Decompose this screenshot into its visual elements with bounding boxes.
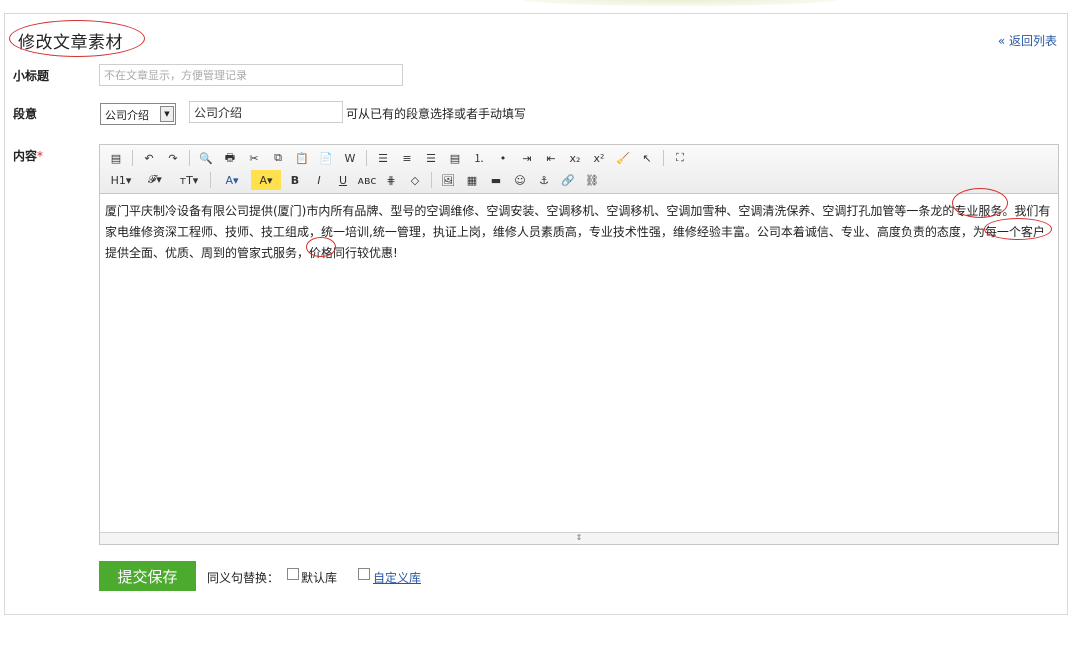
toolbar-separator [132, 150, 133, 166]
heading-icon[interactable]: H1▾ [106, 170, 136, 190]
paste-word-icon[interactable]: W [340, 148, 360, 168]
paragraph-hint: 可从已有的段意选择或者手动填写 [346, 107, 527, 121]
horizontal-rule-icon[interactable]: ⋕ [381, 170, 401, 190]
source-icon[interactable]: ▤ [106, 148, 126, 168]
preview-icon[interactable]: 🔍 [196, 148, 216, 168]
fullscreen-icon[interactable]: ⛶ [670, 148, 690, 168]
paragraph-label: 段意 [13, 107, 38, 121]
insert-media-icon[interactable]: ▬ [486, 170, 506, 190]
font-family-icon[interactable]: 𝓕▾ [140, 170, 170, 190]
unordered-list-icon[interactable]: • [493, 148, 513, 168]
print-icon[interactable]: 🖶 [220, 148, 240, 168]
toolbar-row-1: ▤ ↶ ↷ 🔍 🖶 ✂ ⧉ 📋 📄 W ☰ ≡ ☰ ▤ ⒈ • ⇥ ⇤ x₂ x² 🧹 ↖ ⛶ [106, 147, 694, 169]
clear-format-icon[interactable]: 🧹 [613, 148, 633, 168]
table-icon[interactable]: ▦ [462, 170, 482, 190]
default-lib-checkbox[interactable] [287, 568, 299, 580]
italic-icon[interactable]: I [309, 170, 329, 190]
default-lib-label: 默认库 [301, 571, 338, 585]
custom-lib-checkbox[interactable] [358, 568, 370, 580]
toolbar-separator [366, 150, 367, 166]
indent-icon[interactable]: ⇥ [517, 148, 537, 168]
editor-toolbar: ▤ ↶ ↷ 🔍 🖶 ✂ ⧉ 📋 📄 W ☰ ≡ ☰ ▤ ⒈ • ⇥ ⇤ x₂ x² 🧹 ↖ ⛶ H1▾ 𝓕▾ тT▾ A▾ A▾ B I… [100, 145, 1058, 194]
highlight-color-icon[interactable]: A▾ [251, 170, 281, 190]
redo-icon[interactable]: ↷ [163, 148, 183, 168]
underline-icon[interactable]: U [333, 170, 353, 190]
annotation-circle-customer [984, 218, 1052, 240]
toolbar-separator [663, 150, 664, 166]
align-center-icon[interactable]: ≡ [397, 148, 417, 168]
content-label-text: 内容 [13, 149, 38, 163]
custom-lib-link[interactable]: 自定义库 [373, 569, 421, 586]
chevron-down-icon: ▼ [160, 106, 174, 122]
paste-text-icon[interactable]: 📄 [316, 148, 336, 168]
paragraph-select-value: 公司介绍 [105, 109, 149, 122]
paragraph-input[interactable] [189, 101, 343, 123]
toolbar-separator [210, 172, 211, 188]
toolbar-row-2: H1▾ 𝓕▾ тT▾ A▾ A▾ B I Uᴀʙᴄ ⋕ ◇ 🖼 ▦ ▬ ☺ ⚓ 🔗 ⛓ [106, 169, 606, 191]
anchor-icon[interactable]: ⚓ [534, 170, 554, 190]
unlink-icon[interactable]: ⛓ [582, 170, 602, 190]
align-right-icon[interactable]: ☰ [421, 148, 441, 168]
cut-icon[interactable]: ✂ [244, 148, 264, 168]
content-label: 内容* [13, 147, 43, 164]
link-icon[interactable]: 🔗 [558, 170, 578, 190]
superscript-icon[interactable]: x² [589, 148, 609, 168]
toolbar-separator [189, 150, 190, 166]
ordered-list-icon[interactable]: ⒈ [469, 148, 489, 168]
synonym-replace-label: 同义句替换： [207, 571, 280, 585]
select-all-icon[interactable]: ↖ [637, 148, 657, 168]
image-icon[interactable]: 🖼 [438, 170, 458, 190]
strikethrough-icon[interactable]: ᴀʙᴄ [357, 170, 377, 190]
back-to-list-link[interactable]: « 返回列表 [998, 32, 1057, 49]
subtitle-label: 小标题 [13, 69, 50, 83]
emoticon-icon[interactable]: ☺ [510, 170, 530, 190]
font-size-icon[interactable]: тT▾ [174, 170, 204, 190]
font-color-icon[interactable]: A▾ [217, 170, 247, 190]
subtitle-input[interactable] [99, 64, 403, 86]
outdent-icon[interactable]: ⇤ [541, 148, 561, 168]
align-justify-icon[interactable]: ▤ [445, 148, 465, 168]
annotation-circle-price [306, 237, 336, 257]
subscript-icon[interactable]: x₂ [565, 148, 585, 168]
paragraph-select[interactable]: 公司介绍 ▼ [100, 103, 176, 125]
eraser-icon[interactable]: ◇ [405, 170, 425, 190]
paste-icon[interactable]: 📋 [292, 148, 312, 168]
top-glow [520, 0, 840, 6]
bold-icon[interactable]: B [285, 170, 305, 190]
copy-icon[interactable]: ⧉ [268, 148, 288, 168]
align-left-icon[interactable]: ☰ [373, 148, 393, 168]
title-annotation-circle [9, 20, 145, 57]
toolbar-separator [431, 172, 432, 188]
required-mark: * [37, 149, 44, 163]
editor-resize-handle[interactable]: ⇕ [100, 532, 1058, 544]
annotation-circle-service [952, 188, 1008, 218]
rich-text-editor: ▤ ↶ ↷ 🔍 🖶 ✂ ⧉ 📋 📄 W ☰ ≡ ☰ ▤ ⒈ • ⇥ ⇤ x₂ x² 🧹 ↖ ⛶ H1▾ 𝓕▾ тT▾ A▾ A▾ B I… [99, 144, 1059, 545]
editor-content[interactable]: 厦门平庆制冷设备有限公司提供(厦门)市内所有品牌、型号的空调维修、空调安装、空调… [105, 201, 1055, 264]
submit-save-button[interactable]: 提交保存 [99, 561, 196, 591]
undo-icon[interactable]: ↶ [139, 148, 159, 168]
